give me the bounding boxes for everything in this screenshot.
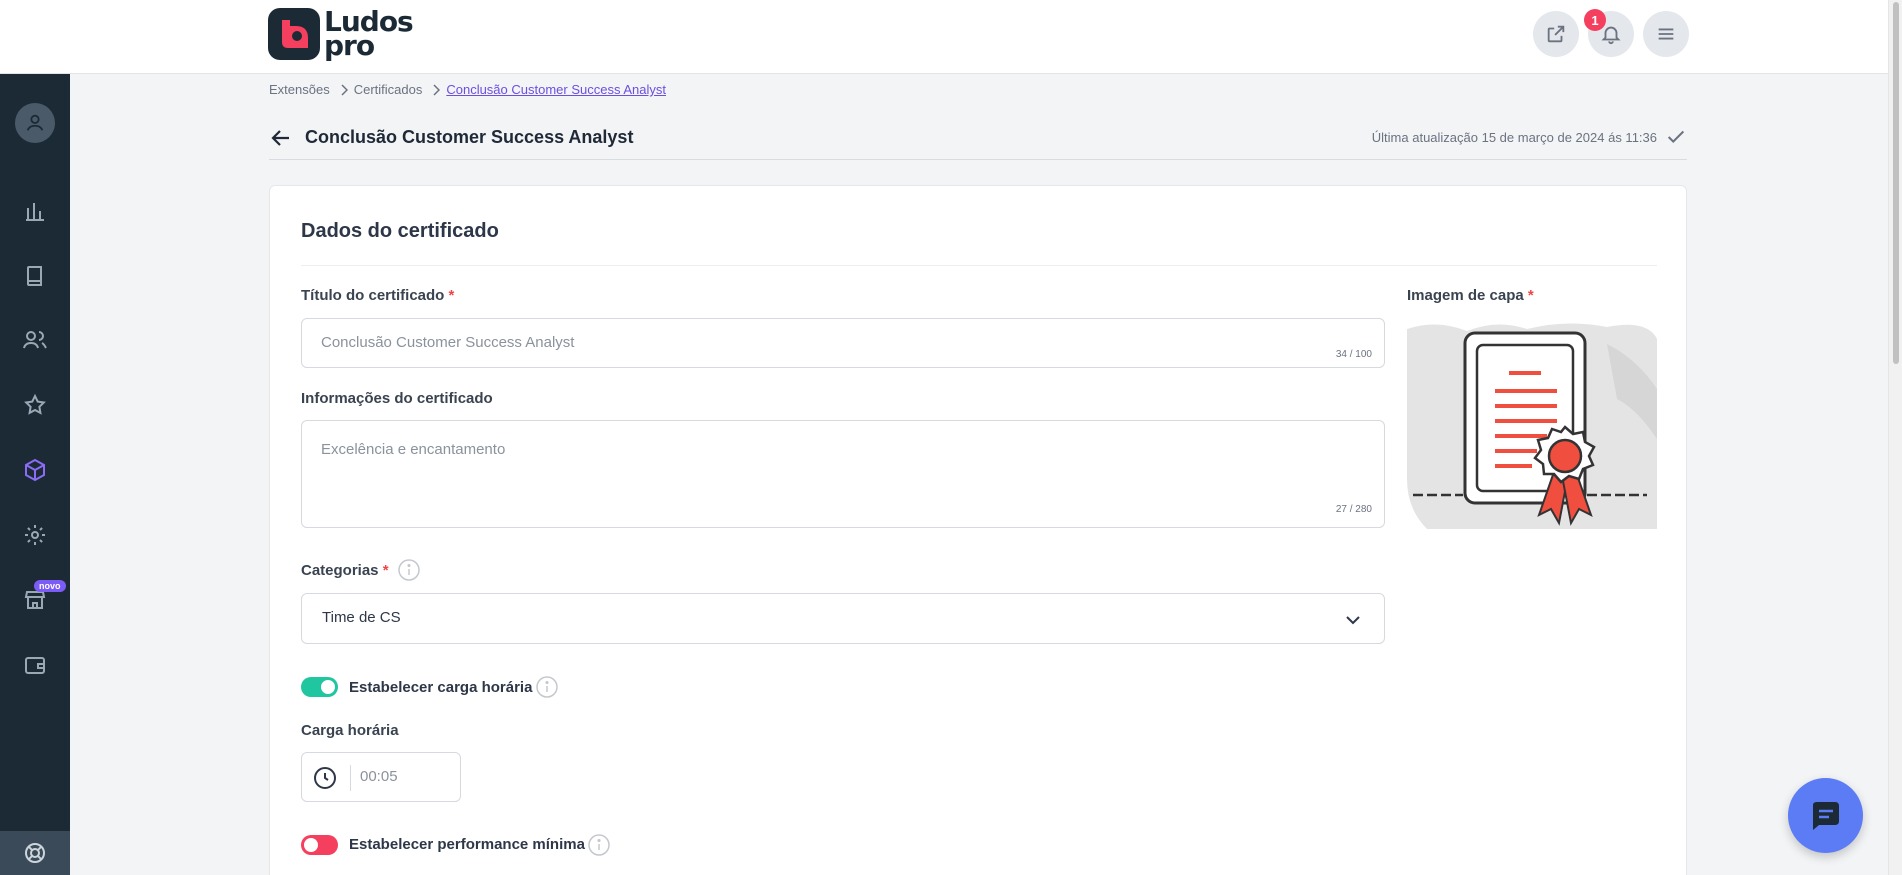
workload-label: Carga horária bbox=[301, 722, 399, 739]
sidebar-item-profile[interactable] bbox=[0, 97, 70, 149]
divider bbox=[301, 265, 1657, 266]
chevron-right-icon bbox=[340, 83, 348, 96]
avatar bbox=[15, 103, 55, 143]
page-scrollbar[interactable] bbox=[1888, 0, 1902, 875]
breadcrumb-item-certificates[interactable]: Certificados bbox=[354, 82, 423, 97]
check-icon bbox=[1667, 130, 1685, 144]
chat-icon bbox=[1812, 801, 1839, 830]
sidebar-item-store[interactable]: novo bbox=[0, 574, 70, 626]
performance-toggle[interactable] bbox=[301, 835, 338, 855]
sidebar-item-courses[interactable] bbox=[0, 250, 70, 302]
required-marker: * bbox=[448, 287, 455, 304]
sidebar-item-extensions[interactable] bbox=[0, 444, 70, 496]
required-marker: * bbox=[382, 562, 389, 579]
top-bar: Ludos pro 1 bbox=[0, 0, 1888, 74]
user-icon bbox=[26, 114, 44, 131]
info-textarea-placeholder: Excelência e encantamento bbox=[321, 441, 506, 458]
divider bbox=[350, 765, 351, 791]
new-badge: novo bbox=[34, 580, 66, 592]
bar-chart-icon bbox=[26, 203, 44, 221]
menu-button[interactable] bbox=[1643, 11, 1689, 57]
chat-button[interactable] bbox=[1788, 778, 1863, 853]
breadcrumb-item-current[interactable]: Conclusão Customer Success Analyst bbox=[446, 82, 666, 97]
notifications-button[interactable]: 1 bbox=[1584, 9, 1634, 57]
info-icon[interactable] bbox=[536, 676, 558, 698]
users-icon bbox=[23, 331, 47, 349]
info-field-label: Informações do certificado bbox=[301, 390, 493, 407]
last-updated-text: Última atualização 15 de março de 2024 á… bbox=[1371, 130, 1657, 145]
gear-icon bbox=[25, 525, 45, 545]
title-input[interactable]: Conclusão Customer Success Analyst 34 / … bbox=[301, 318, 1385, 368]
info-char-counter: 27 / 280 bbox=[1335, 504, 1372, 515]
external-link-button[interactable] bbox=[1533, 11, 1579, 57]
sidebar-item-favorites[interactable] bbox=[0, 379, 70, 431]
back-arrow-icon[interactable] bbox=[269, 126, 293, 150]
info-icon[interactable] bbox=[588, 834, 610, 856]
sidebar-item-users[interactable] bbox=[0, 314, 70, 366]
certificate-card: Dados do certificado Título do certifica… bbox=[269, 185, 1687, 875]
workload-toggle[interactable] bbox=[301, 677, 338, 697]
star-icon bbox=[24, 393, 46, 415]
workload-input-placeholder: 00:05 bbox=[360, 768, 398, 785]
workload-input[interactable]: 00:05 bbox=[301, 752, 461, 802]
info-icon[interactable] bbox=[398, 559, 420, 581]
title-input-placeholder: Conclusão Customer Success Analyst bbox=[321, 334, 575, 351]
info-textarea[interactable]: Excelência e encantamento 27 / 280 bbox=[301, 420, 1385, 528]
wallet-icon bbox=[25, 657, 45, 674]
chevron-right-icon bbox=[432, 83, 441, 96]
title-char-counter: 34 / 100 bbox=[1335, 349, 1372, 360]
categories-select[interactable]: Time de CS bbox=[301, 593, 1385, 644]
toggle-knob bbox=[321, 680, 335, 694]
help-button[interactable] bbox=[0, 831, 70, 875]
sidebar: novo bbox=[0, 74, 70, 875]
title-field-label: Título do certificado * bbox=[301, 287, 455, 304]
performance-toggle-label: Estabelecer performance mínima bbox=[349, 836, 585, 853]
card-title: Dados do certificado bbox=[301, 220, 499, 242]
required-marker: * bbox=[1527, 287, 1534, 304]
clock-icon bbox=[314, 767, 336, 789]
sidebar-item-wallet[interactable] bbox=[0, 639, 70, 691]
cover-image-label: Imagem de capa * bbox=[1407, 287, 1534, 304]
book-icon bbox=[27, 266, 42, 286]
categories-label: Categorias * bbox=[301, 562, 389, 579]
notification-badge: 1 bbox=[1584, 9, 1606, 31]
page-header: Conclusão Customer Success Analyst Últim… bbox=[269, 124, 1687, 160]
sidebar-item-settings[interactable] bbox=[0, 509, 70, 561]
page-title: Conclusão Customer Success Analyst bbox=[305, 127, 634, 147]
external-link-icon bbox=[1547, 25, 1565, 43]
cube-icon bbox=[25, 458, 45, 482]
logo-mark-icon bbox=[268, 8, 320, 60]
toggle-knob bbox=[304, 838, 318, 852]
ludos-pro-logo[interactable]: Ludos pro bbox=[268, 8, 414, 60]
workload-toggle-label: Estabelecer carga horária bbox=[349, 679, 533, 696]
categories-selected-value: Time de CS bbox=[322, 609, 401, 626]
breadcrumb-item-extensions[interactable]: Extensões bbox=[269, 82, 330, 97]
chevron-down-icon bbox=[1346, 616, 1360, 625]
lifebuoy-icon bbox=[25, 843, 45, 863]
breadcrumb: Extensões Certificados Conclusão Custome… bbox=[269, 82, 666, 97]
certificate-cover-image[interactable] bbox=[1407, 319, 1657, 529]
hamburger-icon bbox=[1658, 28, 1674, 40]
scrollbar-thumb[interactable] bbox=[1893, 2, 1899, 364]
sidebar-item-dashboard[interactable] bbox=[0, 185, 70, 237]
